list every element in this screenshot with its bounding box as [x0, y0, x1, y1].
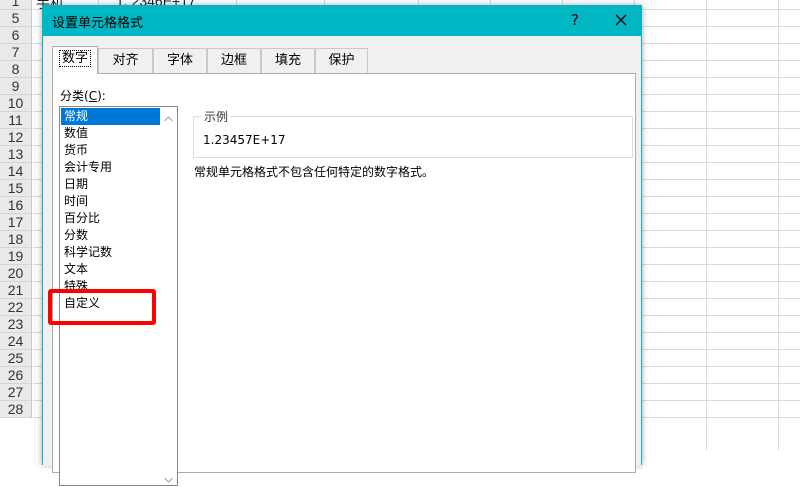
tab-fill[interactable]: 填充 — [261, 48, 315, 73]
row-header[interactable]: 6 — [0, 27, 32, 44]
category-item-fraction[interactable]: 分数 — [61, 227, 161, 244]
format-description: 常规单元格格式不包含任何特定的数字格式。 — [194, 165, 435, 179]
category-scrollbar[interactable] — [160, 107, 177, 485]
category-item-general[interactable]: 常规 — [61, 108, 161, 125]
scroll-up-button[interactable] — [160, 107, 177, 124]
row-header[interactable]: 11 — [0, 112, 32, 129]
sample-value: 1.23457E+17 — [203, 133, 286, 147]
row-header[interactable]: 18 — [0, 231, 32, 248]
row-header[interactable]: 10 — [0, 95, 32, 112]
row-header[interactable]: 25 — [0, 350, 32, 367]
scroll-down-button[interactable] — [160, 468, 177, 485]
dialog-body: 数字 对齐 字体 边框 填充 保护 分类(C): 常规 数值 货币 会计专用 日… — [43, 36, 641, 486]
help-button[interactable]: ? — [562, 7, 588, 33]
number-tab-panel: 分类(C): 常规 数值 货币 会计专用 日期 时间 百分比 分数 科学记数 文… — [52, 73, 636, 486]
chevron-up-icon — [164, 116, 173, 122]
sample-group: 示例 1.23457E+17 — [193, 108, 633, 158]
tab-label: 字体 — [166, 53, 193, 68]
format-cells-dialog: 设置单元格格式 ? 数字 对齐 字体 边框 填充 保护 分类(C): 常规 数值… — [42, 5, 642, 486]
category-item-date[interactable]: 日期 — [61, 176, 161, 193]
tab-label: 数字 — [58, 50, 91, 67]
row-header[interactable]: 24 — [0, 333, 32, 350]
close-icon — [615, 14, 627, 26]
close-button[interactable] — [607, 7, 635, 33]
row-header[interactable]: 23 — [0, 316, 32, 333]
row-header[interactable]: 22 — [0, 299, 32, 316]
row-header[interactable]: 9 — [0, 78, 32, 95]
category-item-currency[interactable]: 货币 — [61, 142, 161, 159]
tab-label: 对齐 — [112, 53, 139, 68]
tab-label: 边框 — [220, 53, 247, 68]
tab-font[interactable]: 字体 — [153, 48, 207, 73]
row-header[interactable]: 1 — [0, 0, 32, 10]
row-header[interactable]: 8 — [0, 61, 32, 78]
row-header[interactable]: 16 — [0, 197, 32, 214]
row-header[interactable]: 14 — [0, 163, 32, 180]
tab-border[interactable]: 边框 — [207, 48, 261, 73]
category-label-end: ): — [97, 89, 106, 103]
row-header[interactable]: 27 — [0, 384, 32, 401]
row-header[interactable]: 19 — [0, 248, 32, 265]
row-header[interactable]: 21 — [0, 282, 32, 299]
row-header[interactable]: 17 — [0, 214, 32, 231]
row-header[interactable]: 13 — [0, 146, 32, 163]
category-item-scientific[interactable]: 科学记数 — [61, 244, 161, 261]
dialog-titlebar[interactable]: 设置单元格格式 ? — [42, 5, 642, 36]
chevron-down-icon — [164, 477, 173, 483]
row-header[interactable]: 20 — [0, 265, 32, 282]
category-label-text: 分类( — [60, 89, 89, 103]
row-header[interactable]: 28 — [0, 401, 32, 418]
tab-alignment[interactable]: 对齐 — [98, 48, 153, 73]
dialog-title: 设置单元格格式 — [52, 16, 144, 31]
row-header[interactable]: 12 — [0, 129, 32, 146]
category-item-time[interactable]: 时间 — [61, 193, 161, 210]
category-item-accounting[interactable]: 会计专用 — [61, 159, 161, 176]
category-item-text[interactable]: 文本 — [61, 261, 161, 278]
row-header[interactable]: 5 — [0, 10, 32, 27]
tab-number[interactable]: 数字 — [52, 46, 98, 74]
sample-legend: 示例 — [202, 108, 231, 125]
category-item-number[interactable]: 数值 — [61, 125, 161, 142]
row-header[interactable]: 26 — [0, 367, 32, 384]
row-header[interactable]: 15 — [0, 180, 32, 197]
tab-label: 填充 — [274, 53, 301, 68]
row-header[interactable]: 7 — [0, 44, 32, 61]
tab-label: 保护 — [328, 53, 355, 68]
tab-protection[interactable]: 保护 — [315, 48, 368, 73]
category-item-percentage[interactable]: 百分比 — [61, 210, 161, 227]
annotation-highlight-box — [48, 289, 156, 325]
category-label: 分类(C): — [60, 87, 106, 104]
category-hotkey: C — [88, 89, 98, 103]
